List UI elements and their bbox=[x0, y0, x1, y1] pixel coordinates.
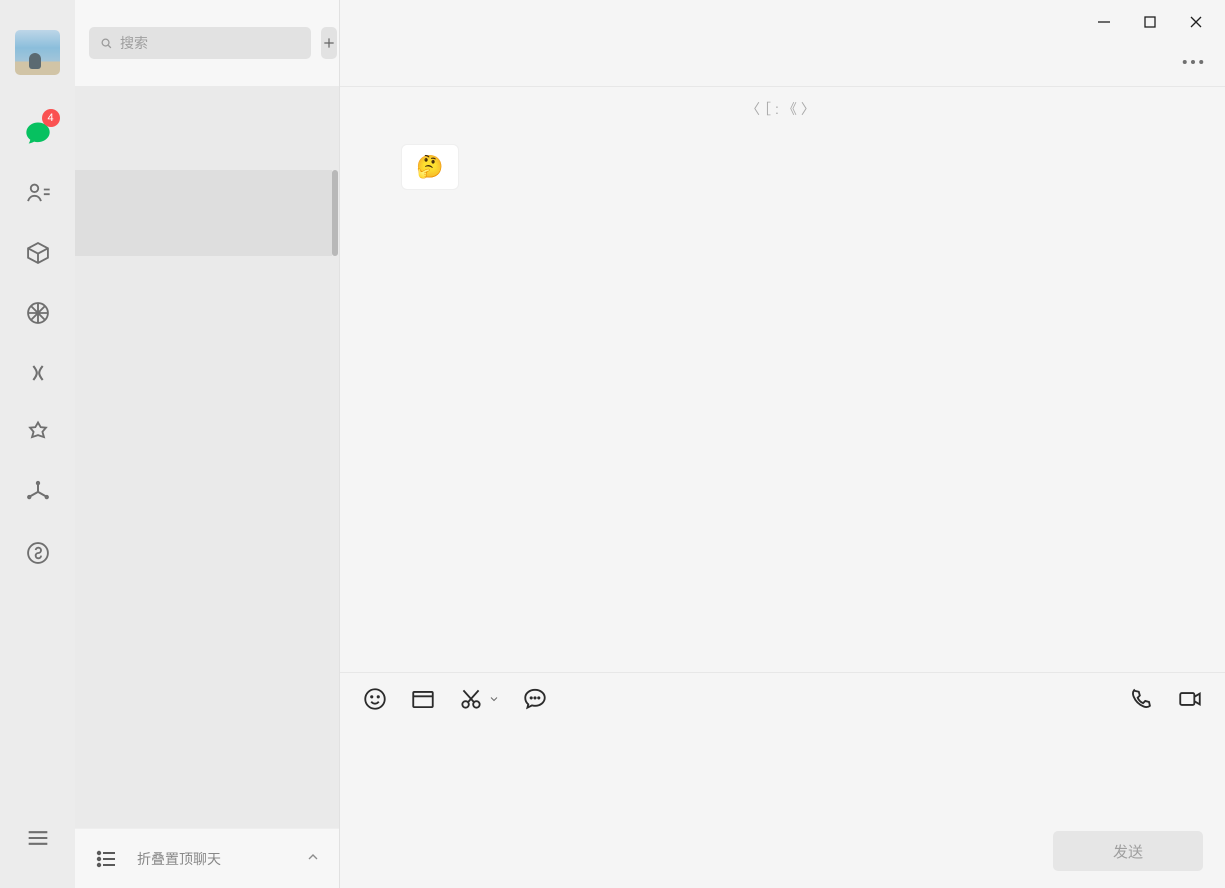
composer: 发送 bbox=[340, 672, 1225, 888]
window-maximize-button[interactable] bbox=[1127, 6, 1173, 38]
close-icon bbox=[1189, 15, 1203, 29]
window-close-button[interactable] bbox=[1173, 6, 1219, 38]
emoji-icon bbox=[362, 686, 388, 712]
sidebar-item-menu[interactable] bbox=[18, 818, 58, 858]
minimize-icon bbox=[1097, 15, 1111, 29]
scrollbar-thumb[interactable] bbox=[332, 170, 338, 256]
video-call-button[interactable] bbox=[1177, 686, 1203, 715]
sidebar-item-discover[interactable] bbox=[18, 413, 58, 453]
screenshot-button[interactable] bbox=[458, 686, 484, 715]
conversation-meta: 〈［:《〉 bbox=[340, 86, 1225, 131]
sidebar-item-favorites[interactable] bbox=[18, 233, 58, 273]
conversation-more-button[interactable] bbox=[1173, 48, 1213, 76]
sidebar-item-miniprograms[interactable] bbox=[18, 533, 58, 573]
emoji-button[interactable] bbox=[362, 686, 388, 715]
conversation-panel: 〈［:《〉 🤔 bbox=[340, 0, 1225, 888]
collapse-toggle[interactable] bbox=[305, 849, 321, 868]
folder-icon bbox=[410, 686, 436, 712]
search-icon bbox=[99, 36, 114, 51]
sidebar-item-contacts[interactable] bbox=[18, 173, 58, 213]
chat-history-button[interactable] bbox=[522, 686, 548, 715]
search-input-wrapper[interactable] bbox=[89, 27, 311, 59]
sidebar-item-moments[interactable] bbox=[18, 293, 58, 333]
list-icon bbox=[93, 847, 121, 871]
more-icon bbox=[1182, 59, 1204, 65]
window-minimize-button[interactable] bbox=[1081, 6, 1127, 38]
chevron-down-icon bbox=[488, 693, 500, 705]
pinned-chats-label: 折叠置顶聊天 bbox=[137, 849, 221, 869]
sticker-thinking: 🤔 bbox=[416, 154, 443, 180]
chat-bubble-icon bbox=[522, 686, 548, 712]
send-button[interactable]: 发送 bbox=[1053, 831, 1203, 871]
pinned-chats-bar[interactable]: 折叠置顶聊天 bbox=[75, 828, 339, 888]
sidebar-item-chats[interactable]: 4 bbox=[18, 113, 58, 153]
message-list[interactable]: 🤔 bbox=[340, 131, 1225, 672]
chevron-up-icon bbox=[305, 849, 321, 865]
maximize-icon bbox=[1143, 15, 1157, 29]
chat-list-panel: 折叠置顶聊天 bbox=[75, 0, 340, 888]
sidebar-item-channels[interactable] bbox=[18, 353, 58, 393]
message-input[interactable] bbox=[362, 727, 1203, 828]
plus-icon bbox=[321, 35, 337, 51]
incoming-message-bubble[interactable]: 🤔 bbox=[402, 145, 458, 189]
left-sidebar: 4 bbox=[0, 0, 75, 888]
avatar[interactable] bbox=[15, 30, 60, 75]
scissors-icon bbox=[458, 686, 484, 712]
file-button[interactable] bbox=[410, 686, 436, 715]
chat-list-body[interactable] bbox=[75, 86, 339, 828]
search-input[interactable] bbox=[120, 35, 301, 51]
video-icon bbox=[1177, 686, 1203, 712]
voice-call-button[interactable] bbox=[1129, 686, 1155, 715]
unread-badge: 4 bbox=[42, 109, 60, 127]
new-chat-button[interactable] bbox=[321, 27, 337, 59]
phone-icon bbox=[1129, 686, 1155, 712]
sidebar-item-apps[interactable] bbox=[18, 473, 58, 513]
send-button-label: 发送 bbox=[1113, 841, 1143, 862]
screenshot-options-button[interactable] bbox=[488, 692, 500, 708]
chat-list-selected-item[interactable] bbox=[75, 170, 332, 256]
